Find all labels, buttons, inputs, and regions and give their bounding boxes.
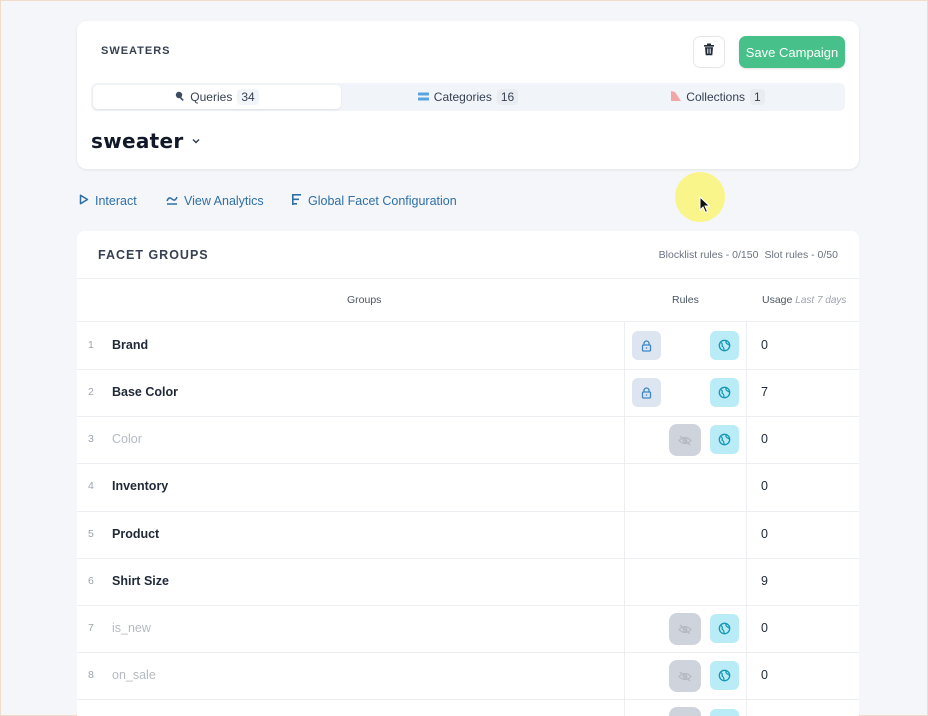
chevron-down-icon: [192, 136, 200, 147]
facet-row[interactable]: 2 Base Color 7: [77, 369, 859, 416]
facet-name: Inventory: [112, 479, 169, 493]
trash-icon: [703, 43, 715, 61]
facet-name: Base Color: [112, 385, 178, 399]
view-analytics-label: View Analytics: [184, 194, 264, 208]
lock-icon[interactable]: [632, 378, 661, 407]
eye-off-icon[interactable]: [669, 613, 701, 645]
tab-collections[interactable]: Collections 1: [594, 85, 842, 109]
rules-column-header: Rules: [672, 294, 699, 306]
globe-icon[interactable]: [710, 709, 739, 716]
facet-name: on_sale: [112, 668, 156, 682]
usage-value: 0: [761, 479, 768, 493]
eye-off-icon[interactable]: [669, 660, 701, 692]
interact-label: Interact: [95, 194, 137, 208]
facet-row[interactable]: 1 Brand 0: [77, 322, 859, 369]
lock-icon[interactable]: [632, 331, 661, 360]
facet-name: Shirt Size: [112, 574, 169, 588]
eye-off-icon[interactable]: [669, 424, 701, 456]
tab-categories-label: Categories: [433, 90, 492, 104]
rule-limits: Blocklist rules - 0/150 Slot rules - 0/5…: [659, 249, 838, 261]
facet-name: Product: [112, 527, 160, 541]
mouse-cursor-icon: [699, 195, 711, 219]
usage-value: 0: [761, 668, 768, 682]
list-icon: [417, 90, 429, 104]
collection-icon: [671, 90, 682, 104]
save-campaign-button[interactable]: Save Campaign: [739, 36, 845, 68]
divider: [77, 278, 859, 279]
search-icon: [175, 90, 185, 104]
globe-icon[interactable]: [710, 331, 739, 360]
row-number: 3: [88, 433, 94, 445]
row-number: 1: [88, 339, 94, 351]
facet-groups-panel: FACET GROUPS Blocklist rules - 0/150 Slo…: [77, 231, 859, 716]
blocklist-rules-count: Blocklist rules - 0/150: [658, 249, 759, 261]
facet-name: Color: [112, 432, 142, 446]
facet-row[interactable]: 3 Color 0: [77, 416, 859, 463]
facet-name: Brand: [112, 338, 149, 352]
play-icon: [79, 194, 89, 208]
eye-off-icon[interactable]: [669, 707, 701, 716]
view-analytics-link[interactable]: View Analytics: [166, 194, 264, 208]
tab-bar: Queries 34 Categories 16 Collections 1: [91, 83, 845, 111]
global-facet-label: Global Facet Configuration: [308, 194, 457, 208]
usage-value: 7: [761, 385, 768, 399]
row-number: 2: [88, 386, 94, 398]
facet-row-partial[interactable]: [77, 699, 859, 716]
tab-queries[interactable]: Queries 34: [93, 85, 341, 109]
globe-icon[interactable]: [710, 614, 739, 643]
globe-icon[interactable]: [710, 661, 739, 690]
global-facet-link[interactable]: Global Facet Configuration: [292, 194, 457, 208]
usage-column-header: Usage Last 7 days: [762, 294, 846, 306]
facet-row[interactable]: 4 Inventory 0: [77, 463, 859, 510]
campaign-label: SWEATERS: [101, 45, 171, 57]
usage-period: Last 7 days: [795, 295, 847, 306]
facet-row[interactable]: 6 Shirt Size 9: [77, 558, 859, 605]
row-number: 6: [88, 575, 94, 587]
usage-value: 0: [761, 338, 768, 352]
query-title: sweater: [91, 129, 184, 153]
usage-value: 0: [761, 621, 768, 635]
delete-button[interactable]: [693, 36, 725, 68]
facet-row[interactable]: 5 Product 0: [77, 511, 859, 558]
query-selector[interactable]: sweater: [91, 129, 200, 153]
facet-row[interactable]: 7 is_new 0: [77, 605, 859, 652]
tab-collections-count: 1: [750, 89, 765, 105]
filter-list-icon: [292, 194, 302, 208]
row-number: 4: [88, 480, 94, 492]
tab-queries-label: Queries: [190, 90, 233, 104]
globe-icon[interactable]: [710, 425, 739, 454]
row-number: 8: [88, 669, 94, 681]
groups-column-header: Groups: [347, 294, 382, 306]
row-number: 7: [88, 622, 94, 634]
facet-row[interactable]: 8 on_sale 0: [77, 652, 859, 699]
tab-collections-label: Collections: [686, 90, 745, 104]
facet-name: is_new: [112, 621, 151, 635]
usage-value: 0: [761, 432, 768, 446]
tab-queries-count: 34: [237, 89, 259, 105]
row-number: 5: [88, 528, 94, 540]
campaign-header-card: SWEATERS Save Campaign Queries 34 Catego…: [77, 21, 859, 169]
globe-icon[interactable]: [710, 378, 739, 407]
slot-rules-count: Slot rules - 0/50: [764, 249, 838, 261]
usage-value: 0: [761, 527, 768, 541]
interact-link[interactable]: Interact: [79, 194, 137, 208]
tab-categories-count: 16: [496, 89, 519, 105]
tab-categories[interactable]: Categories 16: [344, 85, 592, 109]
usage-value: 9: [761, 574, 768, 588]
facet-groups-title: FACET GROUPS: [98, 248, 209, 262]
analytics-icon: [166, 194, 178, 208]
usage-label: Usage: [762, 294, 793, 306]
